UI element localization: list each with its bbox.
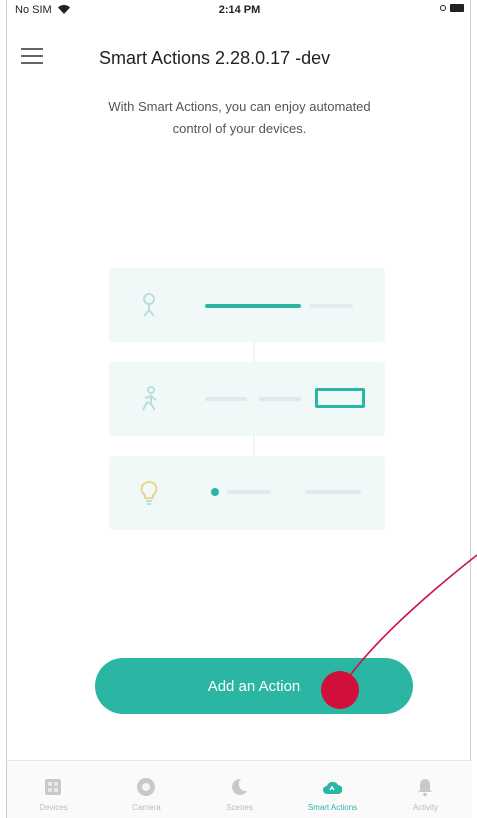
condition-bar — [205, 397, 247, 401]
tab-label: Activity — [412, 803, 439, 812]
moon-icon — [232, 778, 247, 795]
illustration-connector — [253, 436, 255, 456]
hamburger-menu-icon[interactable] — [21, 48, 43, 64]
add-action-button[interactable]: Add an Action — [95, 658, 413, 714]
slider-track — [309, 304, 353, 308]
status-time: 2:14 PM — [218, 4, 261, 16]
page-title: Smart Actions 2.28.0.17 -dev — [99, 48, 331, 68]
intro-line-2: control of your devices. — [172, 121, 307, 136]
bulb-icon — [140, 481, 158, 505]
condition-bar — [259, 397, 301, 401]
status-bar: No SIM 2:14 PM — [7, 0, 472, 20]
tab-label: Camera — [132, 803, 161, 812]
tab-camera[interactable]: Camera — [100, 761, 193, 818]
illustration-connector — [253, 342, 255, 362]
tab-bar: Devices Camera Scenes Smart Actions Acti… — [7, 760, 472, 818]
tab-scenes[interactable]: Scenes — [193, 761, 286, 818]
cloud-icon — [323, 781, 342, 794]
tab-activity[interactable]: Activity — [379, 761, 472, 818]
illustration-card-trigger — [109, 268, 385, 342]
motion-icon — [142, 386, 157, 411]
nav-bar: Smart Actions 2.28.0.17 -dev — [7, 38, 472, 78]
orientation-lock-icon — [440, 5, 446, 11]
tab-smart-actions[interactable]: Smart Actions — [286, 761, 379, 818]
battery-icon — [450, 4, 464, 12]
tab-label: Scenes — [226, 803, 253, 812]
action-bar — [305, 490, 361, 494]
illustration-card-condition — [109, 362, 385, 436]
condition-highlight — [315, 388, 365, 408]
intro-text: With Smart Actions, you can enjoy automa… — [37, 96, 442, 140]
devices-icon — [45, 779, 61, 795]
slider-knob — [211, 488, 219, 496]
sensor-icon — [143, 293, 155, 317]
tab-devices[interactable]: Devices — [7, 761, 100, 818]
tab-label: Smart Actions — [307, 803, 358, 812]
intro-line-1: With Smart Actions, you can enjoy automa… — [108, 99, 371, 114]
smart-action-illustration — [109, 268, 385, 530]
status-indicators — [440, 4, 464, 12]
slider-fill — [205, 304, 301, 308]
app-screen: No SIM 2:14 PM Smart Actions 2.28.0.17 -… — [6, 0, 472, 818]
camera-icon — [137, 778, 155, 796]
action-bar — [227, 490, 271, 494]
tab-label: Devices — [39, 803, 68, 812]
bell-icon — [418, 779, 432, 797]
illustration-card-action — [109, 456, 385, 530]
